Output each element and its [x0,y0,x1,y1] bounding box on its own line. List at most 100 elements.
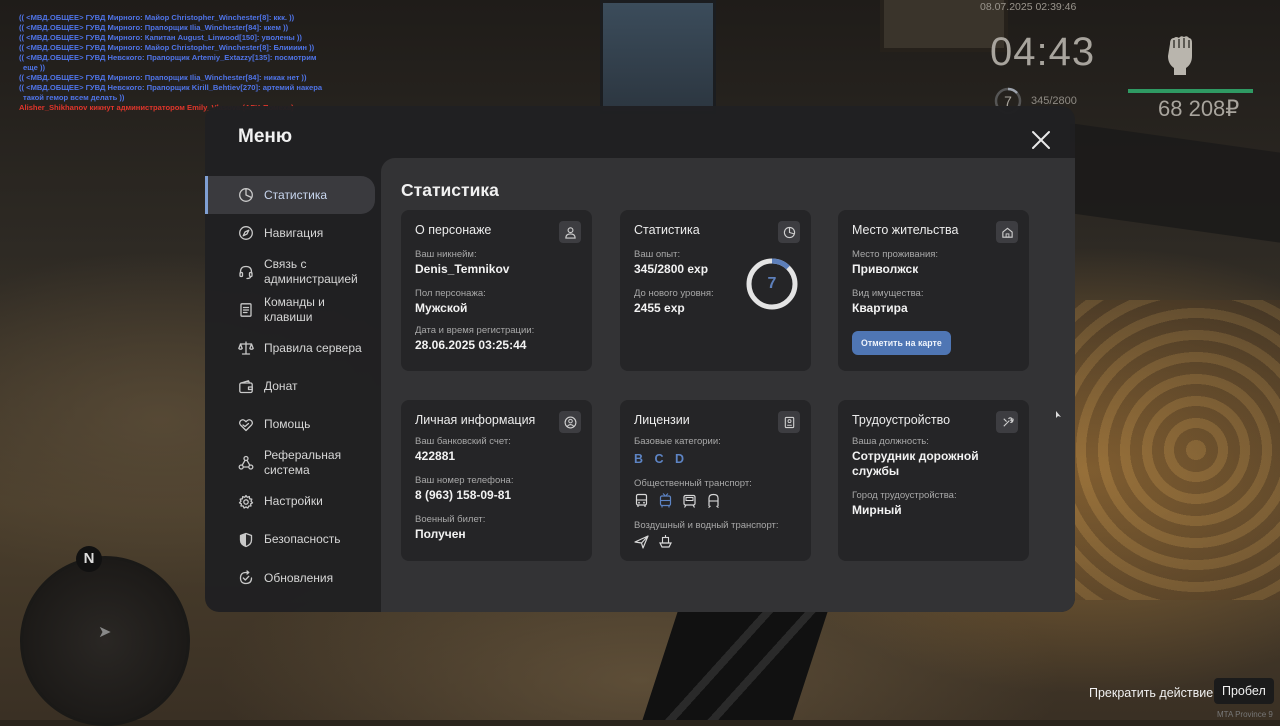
chat-line: (( <МВД.ОБЩЕЕ> ГУВД Невского: Прапорщик … [19,53,317,62]
fist-icon [1168,36,1192,75]
document-icon [238,302,254,318]
next-level-value: 2455 exp [634,301,685,315]
sidebar-item-label: Реферальная система [264,448,342,478]
card-title: Личная информация [415,413,536,427]
chat-log: (( <МВД.ОБЩЕЕ> ГУВД Мирного: Майор Chris… [19,13,349,113]
chat-line: (( <МВД.ОБЩЕЕ> ГУВД Мирного: Прапорщик I… [19,73,307,82]
action-prompt-label: Прекратить действие [1089,686,1214,700]
card-title: Трудоустройство [852,413,951,427]
sidebar-item-referral[interactable]: Реферальная система [205,444,375,482]
chat-line: (( <МВД.ОБЩЕЕ> ГУВД Мирного: Прапорщик I… [19,23,289,32]
menu-title: Меню [238,126,293,147]
military-id-value: Получен [415,527,466,541]
card-statistics: Статистика Ваш опыт: 345/2800 exp До нов… [620,210,1061,418]
license-category: C [654,452,664,466]
job-position-value: Сотрудник дорожной службы [852,449,979,478]
sidebar-item-label: Донат [264,379,298,394]
heart-hand-icon [238,417,254,433]
hud-time: 04:43 [990,30,1096,74]
sidebar-item-updates[interactable]: Обновления [205,559,375,597]
hud-health-bar [1128,89,1253,93]
compass-icon [238,225,254,241]
job-position-label: Ваша должность: [852,436,929,447]
scene-rug [1040,300,1280,600]
sidebar-item-commands[interactable]: Команды и клавиши [205,291,375,329]
card-title: О персонаже [415,223,492,237]
compass-north-icon: N [76,546,102,572]
air-water-transport-label: Воздушный и водный транспорт: [634,520,779,531]
card-title: Статистика [634,223,700,237]
menu-window: Меню Статистика Навигация Связь с админист… [205,106,1075,612]
server-watermark: MTA Province 9 [1217,710,1273,719]
mark-on-map-button[interactable]: Отметить на карте [852,331,951,355]
chat-line: такой гемор всем делать )) [23,93,125,102]
headset-icon [238,264,254,280]
gender-value: Мужской [415,301,468,315]
chat-line: еще )) [23,63,46,72]
player-arrow-icon: ➤ [98,624,112,641]
card-residence: Место жительства Место проживания: Приво… [838,210,1029,371]
sidebar-item-label: Помощь [264,417,311,432]
card-title: Место жительства [852,223,959,237]
job-city-value: Мирный [852,503,902,517]
property-type-label: Вид имущества: [852,288,924,299]
sidebar-item-settings[interactable]: Настройки [205,482,375,520]
card-employment: Трудоустройство Ваша должность: Сотрудни… [838,400,1029,561]
gear-icon [238,494,254,510]
sidebar-item-donate[interactable]: Донат [205,367,375,405]
public-transport-icons [634,493,721,508]
sidebar-item-help[interactable]: Помощь [205,406,375,444]
sidebar-item-server-rules[interactable]: Правила сервера [205,329,375,367]
next-level-label: До нового уровня: [634,288,714,299]
scales-icon [238,340,254,356]
sidebar-item-admin-contact[interactable]: Связь с администрацией [205,253,375,291]
exp-value: 345/2800 exp [634,262,709,276]
house-icon [996,221,1018,243]
residence-place-value: Приволжск [852,262,919,276]
license-category: B [634,452,644,466]
registration-label: Дата и время регистрации: [415,325,535,336]
sidebar-item-navigation[interactable]: Навигация [205,214,375,252]
sidebar-item-label: Команды и клавиши [264,295,325,325]
base-categories: B C D [634,452,692,466]
level-value: 7 [767,275,777,292]
sidebar-nav: Статистика Навигация Связь с администрацие… [205,176,375,597]
chat-line: (( <МВД.ОБЩЕЕ> ГУВД Невского: Прапорщик … [19,83,323,92]
network-icon [238,455,254,471]
property-type-value: Квартира [852,301,908,315]
bus-icon [635,493,648,507]
refresh-check-icon [238,570,254,586]
pie-chart-icon [238,187,254,203]
sidebar-item-label: Связь с администрацией [264,256,358,286]
card-personal-info: Личная информация Ваш банковский счет: 4… [401,400,592,561]
sidebar-item-label: Навигация [264,225,324,240]
pie-chart-icon [778,221,800,243]
air-water-transport-icons [634,534,673,549]
chat-line: (( <МВД.ОБЩЕЕ> ГУВД Мирного: Майор Chris… [19,13,295,22]
exp-label: Ваш опыт: [634,249,681,260]
tram-icon [683,494,696,508]
scene-window [600,0,716,114]
hud-date: 08.07.2025 02:39:46 [980,1,1077,13]
chat-line: (( <МВД.ОБЩЕЕ> ГУВД Мирного: Майор Chris… [19,43,315,52]
gender-label: Пол персонажа: [415,288,486,299]
card-title: Лицензии [634,413,690,427]
registration-value: 28.06.2025 03:25:44 [415,338,527,352]
sidebar-item-statistics[interactable]: Статистика [205,176,375,215]
boat-icon [659,535,672,548]
phone-value: 8 (963) 158-09-81 [415,488,512,502]
trolleybus-icon [659,493,672,508]
hud-money: 68 208₽ [1158,96,1240,121]
card-licenses: Лицензии Базовые категории: B C D Общест… [620,400,811,561]
sidebar-item-security[interactable]: Безопасность [205,521,375,559]
bank-account-label: Ваш банковский счет: [415,436,511,447]
sidebar-item-label: Правила сервера [264,340,362,355]
close-button[interactable] [1028,127,1054,153]
residence-place-label: Место проживания: [852,249,939,260]
sidebar-item-label: Обновления [264,570,334,585]
action-key-button[interactable]: Пробел [1214,678,1274,704]
scene-table [1070,123,1280,247]
close-icon [1032,131,1050,149]
content-title: Статистика [401,180,499,200]
wallet-icon [238,379,254,395]
